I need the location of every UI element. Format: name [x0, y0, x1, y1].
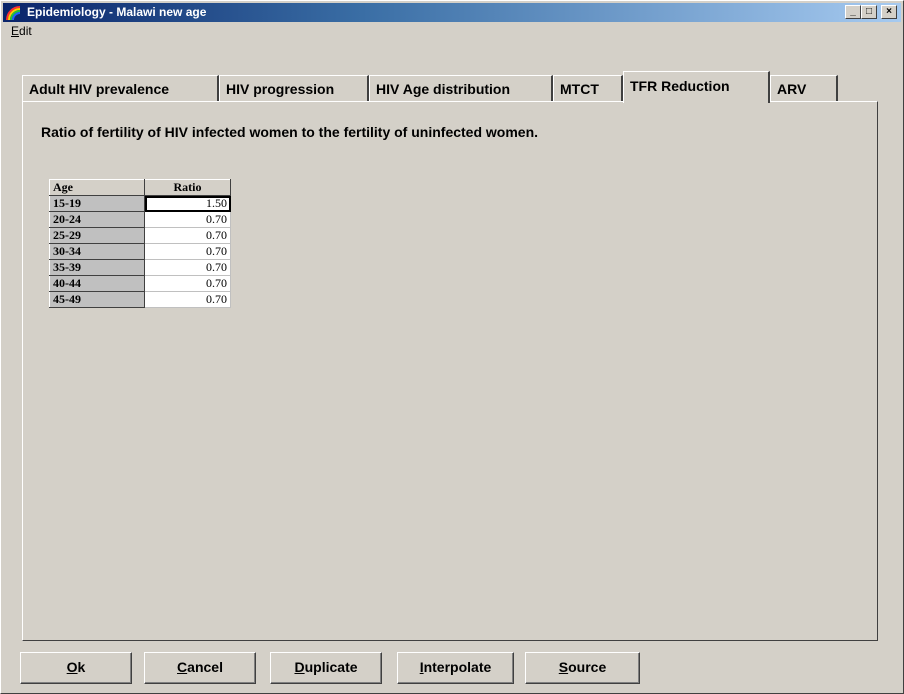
table-row: 25-29 0.70: [49, 227, 231, 244]
minimize-button[interactable]: _: [845, 5, 861, 19]
ok-accelerator: O: [66, 659, 78, 675]
maximize-button[interactable]: □: [861, 5, 877, 19]
menu-bar: Edit: [3, 23, 901, 41]
tab-mtct[interactable]: MTCT: [553, 75, 623, 102]
ok-button[interactable]: Ok: [20, 652, 132, 684]
ratio-cell[interactable]: 0.70: [144, 243, 231, 260]
row-header-age: 40-44: [49, 275, 145, 292]
app-rainbow-icon: [6, 6, 21, 21]
menu-edit-accelerator: E: [11, 24, 20, 38]
column-header-age: Age: [49, 179, 145, 196]
table-row: 15-19 1.50: [49, 195, 231, 212]
row-header-age: 35-39: [49, 259, 145, 276]
duplicate-accelerator: D: [294, 659, 305, 675]
tfr-reduction-panel: Ratio of fertility of HIV infected women…: [22, 101, 878, 641]
interpolate-button[interactable]: Interpolate: [397, 652, 514, 684]
source-accelerator: S: [558, 659, 569, 675]
tab-hiv-age-distribution[interactable]: HIV Age distribution: [369, 75, 553, 102]
table-row: 20-24 0.70: [49, 211, 231, 228]
ratio-cell[interactable]: 0.70: [144, 291, 231, 308]
table-row: 30-34 0.70: [49, 243, 231, 260]
duplicate-button[interactable]: Duplicate: [270, 652, 382, 684]
ratio-cell[interactable]: 0.70: [144, 275, 231, 292]
ratio-grid: Age Ratio 15-19 1.50 20-24 0.70 25-29 0.…: [49, 179, 231, 308]
tab-arv[interactable]: ARV: [770, 75, 838, 102]
window-title: Epidemiology - Malawi new age: [27, 5, 207, 19]
grid-header-row: Age Ratio: [49, 179, 231, 196]
row-header-age: 15-19: [49, 195, 145, 212]
cancel-label-rest: ancel: [187, 659, 223, 675]
duplicate-label-rest: uplicate: [304, 659, 358, 675]
panel-description: Ratio of fertility of HIV infected women…: [41, 124, 539, 140]
tab-adult-hiv-prevalence[interactable]: Adult HIV prevalence: [22, 75, 219, 102]
table-row: 40-44 0.70: [49, 275, 231, 292]
tab-hiv-progression[interactable]: HIV progression: [219, 75, 369, 102]
menu-edit-label-rest: dit: [19, 24, 32, 38]
row-header-age: 45-49: [49, 291, 145, 308]
interpolate-label-rest: nterpolate: [423, 659, 492, 675]
close-button[interactable]: ×: [881, 5, 897, 19]
ratio-cell[interactable]: 1.50: [144, 195, 231, 212]
row-header-age: 25-29: [49, 227, 145, 244]
title-bar[interactable]: Epidemiology - Malawi new age _ □ ×: [3, 3, 901, 22]
table-row: 45-49 0.70: [49, 291, 231, 308]
row-header-age: 20-24: [49, 211, 145, 228]
table-row: 35-39 0.70: [49, 259, 231, 276]
epidemiology-window: Epidemiology - Malawi new age _ □ × Edit…: [0, 0, 904, 694]
source-label-rest: ource: [568, 659, 607, 675]
cancel-button[interactable]: Cancel: [144, 652, 256, 684]
ratio-cell[interactable]: 0.70: [144, 211, 231, 228]
source-button[interactable]: Source: [525, 652, 640, 684]
ratio-cell[interactable]: 0.70: [144, 227, 231, 244]
ratio-cell[interactable]: 0.70: [144, 259, 231, 276]
column-header-ratio: Ratio: [144, 179, 231, 196]
row-header-age: 30-34: [49, 243, 145, 260]
menu-edit[interactable]: Edit: [11, 24, 32, 38]
cancel-accelerator: C: [177, 659, 188, 675]
tab-tfr-reduction[interactable]: TFR Reduction: [623, 71, 770, 103]
ok-label-rest: k: [77, 659, 86, 675]
